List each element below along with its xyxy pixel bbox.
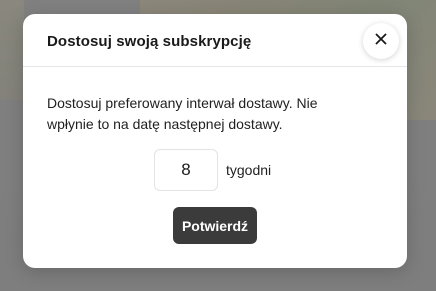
modal-header: Dostosuj swoją subskrypcję xyxy=(23,14,407,67)
delivery-interval-input[interactable] xyxy=(154,149,218,191)
confirm-button[interactable]: Potwierdź xyxy=(173,207,257,244)
subscription-modal: Dostosuj swoją subskrypcję Dostosuj pref… xyxy=(23,14,407,268)
interval-unit-label: tygodni xyxy=(226,162,272,178)
close-button[interactable] xyxy=(363,23,399,59)
close-icon xyxy=(375,32,387,50)
modal-title: Dostosuj swoją subskrypcję xyxy=(47,33,252,50)
modal-description: Dostosuj preferowany interwał dostawy. N… xyxy=(47,95,318,132)
